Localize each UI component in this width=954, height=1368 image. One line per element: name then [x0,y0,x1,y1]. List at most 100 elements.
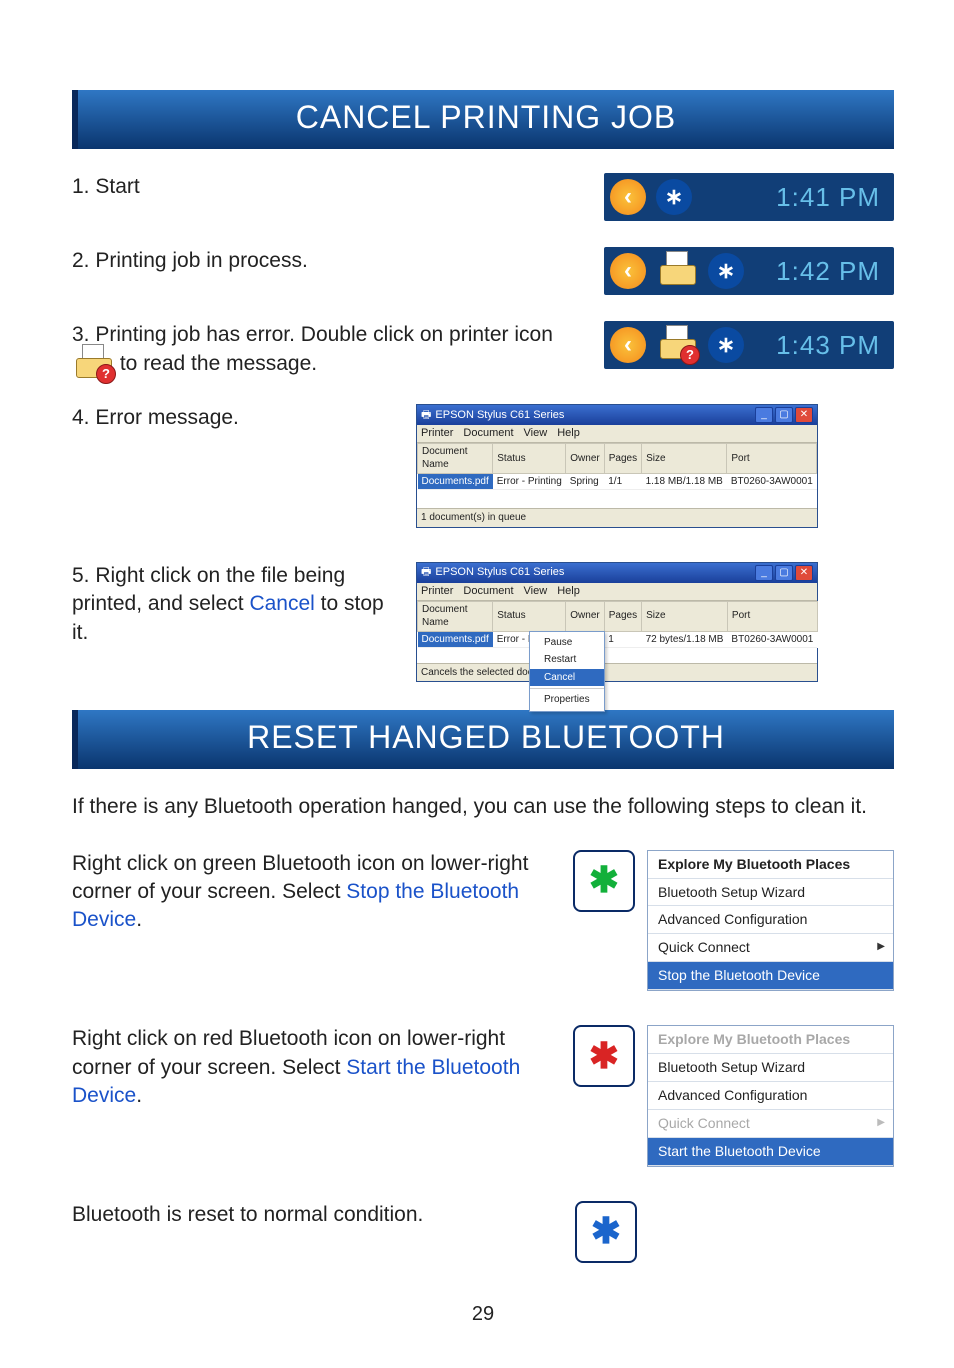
printer-error-icon: ? [76,350,110,378]
table-header-row: Document Name Status Owner Pages Size Po… [418,443,817,473]
th[interactable]: Size [642,601,728,631]
cancel-word: Cancel [249,592,314,615]
menu-printer[interactable]: Printer [421,584,453,599]
menu-document[interactable]: Document [463,584,513,599]
bluetooth-tray-icon: ∗ [708,327,744,363]
window-title: EPSON Stylus C61 Series [435,408,564,423]
menu-document[interactable]: Document [463,426,513,441]
clock-3: 1:43 PM [758,328,880,363]
menu-explore[interactable]: Explore My Bluetooth Places [648,1026,893,1054]
th[interactable]: Document Name [418,601,493,631]
th[interactable]: Port [727,443,817,473]
statusbar: 1 document(s) in queue [417,508,817,527]
cell: 1 [604,631,641,648]
bt-context-menu-1[interactable]: Explore My Bluetooth Places Bluetooth Se… [647,850,894,991]
cell-doc: Documents.pdf [418,473,493,490]
clock-1: 1:41 PM [758,180,880,215]
cell: 1/1 [604,473,641,490]
table-header-row: Document Name Status Owner Pages Size Po… [418,601,818,631]
menu-quick-connect[interactable]: Quick Connect [648,934,893,962]
menu-wizard[interactable]: Bluetooth Setup Wizard [648,1054,893,1082]
maximize-button[interactable]: ▢ [775,565,793,581]
menubar[interactable]: Printer Document View Help [417,583,817,601]
th[interactable]: Status [493,601,566,631]
bluetooth-icon-green: ✱ [573,850,635,912]
done-text: Bluetooth is reset to normal condition. [72,1201,533,1229]
heading-cancel-printing: CANCEL PRINTING JOB [72,90,894,149]
taskbar-tray-2: ‹ ∗ 1:42 PM [604,247,894,295]
minimize-button[interactable]: _ [755,407,773,423]
context-menu[interactable]: Pause Restart Cancel Properties [529,631,605,712]
bt-context-menu-2[interactable]: Explore My Bluetooth Places Bluetooth Se… [647,1025,894,1166]
th[interactable]: Size [642,443,727,473]
menu-help[interactable]: Help [557,584,580,599]
stop-c: . [136,908,142,931]
back-icon: ‹ [610,327,646,363]
step-3-text: 3. Printing job has error. Double click … [72,321,590,378]
taskbar-tray-1: ‹ ∗ 1:41 PM [604,173,894,221]
start-c: . [136,1084,142,1107]
th[interactable]: Pages [604,601,641,631]
menu-explore[interactable]: Explore My Bluetooth Places [648,851,893,879]
cell: BT0260-3AW0001 [727,631,817,648]
printer-tray-icon [660,257,694,285]
menu-printer[interactable]: Printer [421,426,453,441]
th[interactable]: Status [493,443,566,473]
menu-wizard[interactable]: Bluetooth Setup Wizard [648,879,893,907]
queue-table: Document Name Status Owner Pages Size Po… [417,601,818,649]
step-3: 3. Printing job has error. Double click … [72,321,894,378]
close-button[interactable]: ✕ [795,565,813,581]
page-number: 29 [72,1301,894,1328]
step-3-pre: 3. Printing job has error. Double click … [72,323,553,346]
step-1: 1. Start ‹ ∗ 1:41 PM [72,173,894,221]
menu-start-device[interactable]: Start the Bluetooth Device [648,1138,893,1166]
minimize-button[interactable]: _ [755,565,773,581]
ctx-properties[interactable]: Properties [530,691,604,709]
step-5: 5. Right click on the file being printed… [72,562,894,690]
done-row: Bluetooth is reset to normal condition. … [72,1201,894,1263]
taskbar-tray-3: ‹ ? ∗ 1:43 PM [604,321,894,369]
print-queue-window-1: 🖶 EPSON Stylus C61 Series _ ▢ ✕ Printer … [416,404,818,528]
menu-help[interactable]: Help [557,426,580,441]
ctx-sep [530,688,604,689]
table-row[interactable]: Documents.pdf Error - Printing Spring 1/… [418,473,817,490]
step-1-text: 1. Start [72,173,590,201]
printer-tray-error-icon: ? [660,331,694,359]
th[interactable]: Document Name [418,443,493,473]
back-icon: ‹ [610,253,646,289]
step-4-text: 4. Error message. [72,404,402,432]
maximize-button[interactable]: ▢ [775,407,793,423]
ctx-pause[interactable]: Pause [530,634,604,652]
cell: Spring [566,473,604,490]
cell: 72 bytes/1.18 MB [642,631,728,648]
titlebar[interactable]: 🖶 EPSON Stylus C61 Series _ ▢ ✕ [417,563,817,583]
heading-reset-bluetooth: RESET HANGED BLUETOOTH [72,710,894,769]
th[interactable]: Owner [566,601,604,631]
menubar[interactable]: Printer Document View Help [417,425,817,443]
menu-view[interactable]: View [524,426,548,441]
menu-advanced[interactable]: Advanced Configuration [648,1082,893,1110]
menu-stop-device[interactable]: Stop the Bluetooth Device [648,962,893,990]
start-text: Right click on red Bluetooth icon on low… [72,1025,531,1110]
menu-quick-connect[interactable]: Quick Connect [648,1110,893,1138]
cell-doc: Documents.pdf [418,631,493,648]
table-row[interactable]: Documents.pdf Error - Printing Spring 1 … [418,631,818,648]
cell: 1.18 MB/1.18 MB [642,473,727,490]
menu-advanced[interactable]: Advanced Configuration [648,906,893,934]
step-3-post: to read the message. [120,352,317,375]
th[interactable]: Port [727,601,817,631]
bluetooth-icon-blue: ✱ [575,1201,637,1263]
ctx-cancel[interactable]: Cancel [530,669,604,687]
window-icon: 🖶 [421,565,431,580]
menu-view[interactable]: View [524,584,548,599]
th[interactable]: Pages [604,443,641,473]
clock-2: 1:42 PM [758,254,880,289]
titlebar[interactable]: 🖶 EPSON Stylus C61 Series _ ▢ ✕ [417,405,817,425]
intro-text: If there is any Bluetooth operation hang… [72,793,894,821]
step-2-text: 2. Printing job in process. [72,247,590,275]
th[interactable]: Owner [566,443,604,473]
close-button[interactable]: ✕ [795,407,813,423]
print-queue-window-2: 🖶 EPSON Stylus C61 Series _ ▢ ✕ Printer … [416,562,818,682]
ctx-restart[interactable]: Restart [530,651,604,669]
cell: Error - Printing [493,473,566,490]
